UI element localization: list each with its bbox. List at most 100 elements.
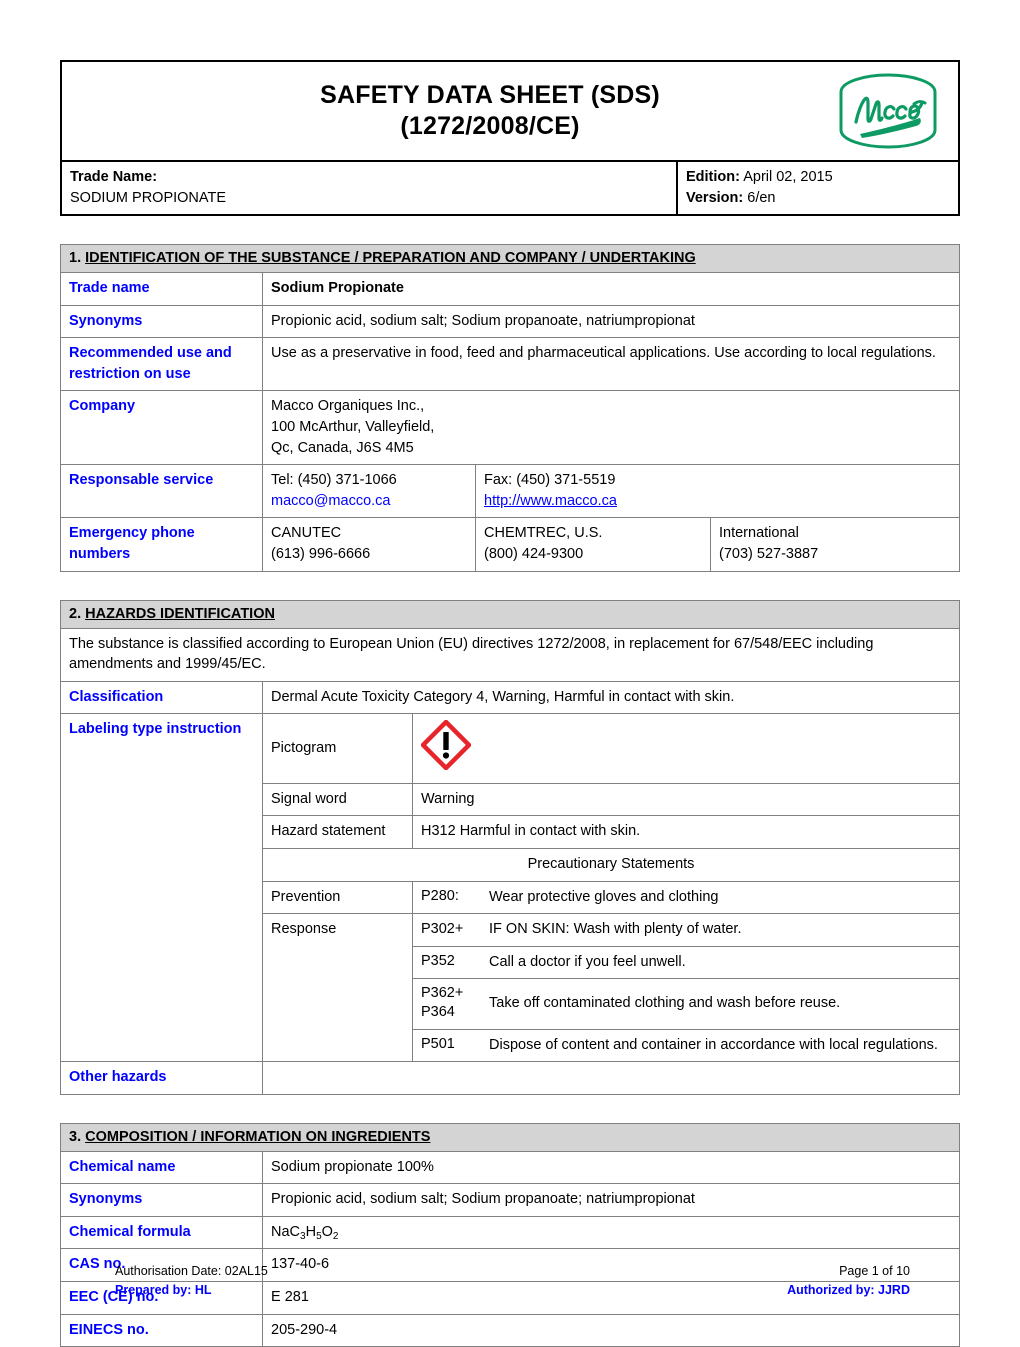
prevention-code: P280: (421, 888, 459, 905)
authorisation-date: Authorisation Date: 02AL15 (115, 1264, 268, 1278)
company-fax: Fax: (450) 371-5519 (484, 472, 616, 489)
row-chemical-formula: Chemical formula NaC3H5O2 (61, 1216, 959, 1250)
response-code-2a: P362+ (421, 985, 464, 1002)
row-company: Company Macco Organiques Inc., 100 McArt… (61, 391, 959, 466)
value-prevention: P280: Wear protective gloves and clothin… (413, 882, 959, 914)
responsable-fax-web: Fax: (450) 371-5519 http://www.macco.ca (476, 465, 625, 517)
edition-label: Edition: (686, 169, 740, 185)
title-line-1: SAFETY DATA SHEET (SDS) (320, 80, 660, 109)
document-header-block: SAFETY DATA SHEET (SDS) (1272/2008/CE) T… (60, 60, 960, 217)
footer-row-bottom: Prepared by: HL Authorized by: JJRD (115, 1281, 910, 1300)
response-text-0: IF ON SKIN: Wash with plenty of water. (489, 921, 742, 938)
emergency-0-name: CANUTEC (271, 525, 342, 542)
emergency-2-phone: (703) 527-3887 (719, 545, 819, 562)
row-emergency-phones: Emergency phone numbers CANUTEC (613) 99… (61, 518, 959, 571)
response-code-2b: P364 (421, 1004, 455, 1021)
section-2-intro-text: The substance is classified according to… (61, 629, 959, 682)
subrow-response: Response P302+ IF ON SKIN: Wash with ple… (263, 914, 959, 1062)
subrow-precautionary-header: Precautionary Statements (263, 849, 959, 882)
company-email-link[interactable]: macco@macco.ca (271, 491, 467, 512)
subrow-hazard-statement: Hazard statement H312 Harmful in contact… (263, 816, 959, 849)
trade-name-meta-value: SODIUM PROPIONATE (70, 189, 227, 206)
label-hazard-statement: Hazard statement (263, 816, 413, 848)
subrow-pictogram: Pictogram (263, 714, 959, 784)
label-recommended-use: Recommended use and restriction on use (61, 338, 263, 391)
company-line-3: Qc, Canada, J6S 4M5 (271, 439, 414, 456)
title-line-2: (1272/2008/CE) (400, 112, 580, 140)
value-chemical-name: Sodium propionate 100% (271, 1158, 434, 1175)
page-footer: Authorisation Date: 02AL15 Page 1 of 10 … (115, 1262, 910, 1300)
labeling-subtable: Pictogram Signal word Warning Hazard sta… (263, 714, 959, 1062)
section-3-heading: 3. COMPOSITION / INFORMATION ON INGREDIE… (61, 1123, 959, 1152)
response-code-3: P501 (421, 1036, 455, 1053)
response-item-1: P352 Call a doctor if you feel unwell. (413, 947, 959, 980)
value-pictogram (413, 714, 959, 783)
row-classification: Classification Dermal Acute Toxicity Cat… (61, 681, 959, 715)
label-chemical-name: Chemical name (61, 1151, 263, 1184)
response-statements: P302+ IF ON SKIN: Wash with plenty of wa… (413, 914, 959, 1061)
value-company: Macco Organiques Inc., 100 McArthur, Val… (263, 391, 959, 464)
section-2-title: HAZARDS IDENTIFICATION (85, 605, 275, 622)
response-text-3: Dispose of content and container in acco… (489, 1036, 938, 1053)
row-labeling-type-instruction: Labeling type instruction Pictogram Sign… (61, 714, 959, 1063)
row-responsable-service: Responsable service Tel: (450) 371-1066 … (61, 465, 959, 519)
label-other-hazards: Other hazards (61, 1062, 263, 1094)
value-composition-synonyms: Propionic acid, sodium salt; Sodium prop… (271, 1191, 695, 1208)
section-2-hazards: 2. HAZARDS IDENTIFICATION The substance … (60, 599, 960, 1095)
trade-name-meta: Trade Name: SODIUM PROPIONATE (62, 162, 678, 215)
label-synonyms: Synonyms (61, 305, 263, 338)
emergency-chemtrec: CHEMTREC, U.S. (800) 424-9300 (476, 518, 711, 571)
emergency-2-name: International (719, 525, 799, 542)
section-3-title: COMPOSITION / INFORMATION ON INGREDIENTS (85, 1128, 431, 1145)
page-number: Page 1 of 10 (839, 1264, 910, 1278)
label-trade-name: Trade name (61, 273, 263, 305)
company-line-1: Macco Organiques Inc., (271, 398, 425, 415)
value-recommended-use: Use as a preservative in food, feed and … (271, 345, 936, 362)
label-company: Company (61, 391, 263, 465)
authorized-by: Authorized by: JJRD (787, 1282, 910, 1297)
emergency-canutec: CANUTEC (613) 996-6666 (263, 518, 476, 571)
precautionary-statements-header: Precautionary Statements (527, 855, 695, 872)
section-1-identification: 1. IDENTIFICATION OF THE SUBSTANCE / PRE… (60, 244, 960, 572)
value-other-hazards (263, 1062, 959, 1094)
label-einecs-no: EINECS no. (61, 1314, 263, 1347)
row-trade-name: Trade name Sodium Propionate (61, 273, 959, 306)
version-label: Version: (686, 189, 744, 206)
version-value: 6/en (747, 189, 776, 206)
macco-logo-icon (839, 73, 937, 149)
row-chemical-name: Chemical name Sodium propionate 100% (61, 1151, 959, 1185)
emergency-1-phone: (800) 424-9300 (484, 545, 584, 562)
subrow-signal-word: Signal word Warning (263, 783, 959, 817)
label-composition-synonyms: Synonyms (61, 1184, 263, 1216)
formula-p3: O (321, 1223, 333, 1240)
response-text-2: Take off contaminated clothing and wash … (489, 995, 841, 1012)
formula-p2: H (305, 1223, 317, 1240)
section-1-number: 1. (69, 250, 82, 267)
formula-p1: NaC (271, 1223, 301, 1240)
value-hazard-statement: H312 Harmful in contact with skin. (421, 823, 641, 840)
emergency-0-phone: (613) 996-6666 (271, 545, 371, 562)
label-classification: Classification (61, 681, 263, 714)
company-logo (828, 72, 958, 150)
response-text-1: Call a doctor if you feel unwell. (489, 953, 686, 970)
value-chemical-formula: NaC3H5O2 (263, 1217, 959, 1249)
trade-name-meta-label: Trade Name: (70, 169, 158, 185)
subrow-prevention: Prevention P280: Wear protective gloves … (263, 881, 959, 915)
title-row: SAFETY DATA SHEET (SDS) (1272/2008/CE) (62, 62, 958, 162)
label-prevention: Prevention (263, 881, 413, 914)
page-title: SAFETY DATA SHEET (SDS) (1272/2008/CE) (62, 68, 828, 155)
label-signal-word: Signal word (263, 783, 413, 816)
section-2-number: 2. (69, 605, 82, 622)
responsable-tel-email: Tel: (450) 371-1066 macco@macco.ca (263, 465, 476, 518)
row-composition-synonyms: Synonyms Propionic acid, sodium salt; So… (61, 1184, 959, 1217)
row-synonyms: Synonyms Propionic acid, sodium salt; So… (61, 305, 959, 339)
company-website-link[interactable]: http://www.macco.ca (484, 491, 617, 512)
edition-meta: Edition: April 02, 2015 (686, 167, 950, 188)
edition-value: April 02, 2015 (743, 169, 833, 185)
section-3-composition: 3. COMPOSITION / INFORMATION ON INGREDIE… (60, 1122, 960, 1347)
prevention-statement: P280: Wear protective gloves and clothin… (421, 887, 951, 908)
prepared-by: Prepared by: HL (115, 1282, 212, 1297)
response-item-3: P501 Dispose of content and container in… (413, 1030, 959, 1062)
version-meta: Version: 6/en (686, 188, 950, 209)
label-responsable-service: Responsable service (61, 465, 263, 518)
